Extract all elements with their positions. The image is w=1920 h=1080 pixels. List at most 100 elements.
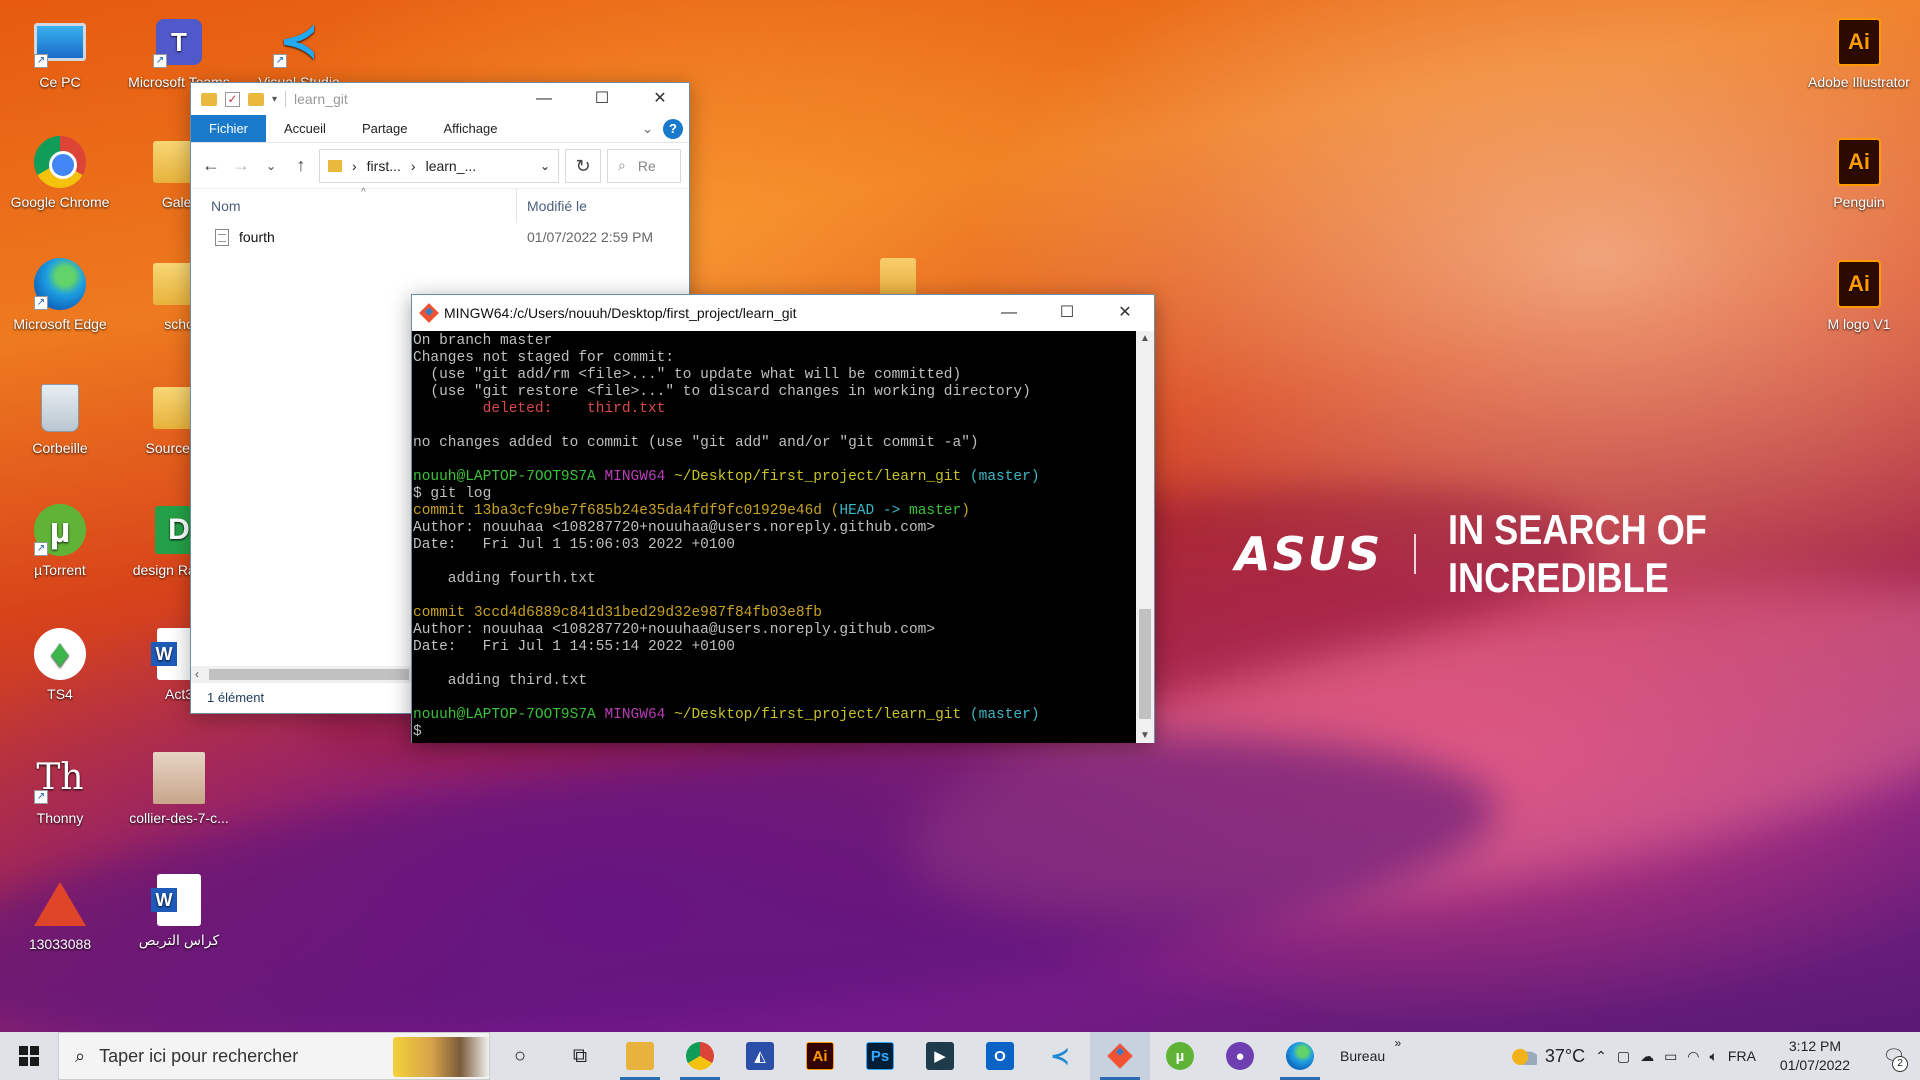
expand-ribbon-icon[interactable]: ⌄ <box>642 121 653 137</box>
recent-locations-icon[interactable]: ⌄ <box>259 159 283 173</box>
back-arrow-icon[interactable]: ← <box>199 155 223 176</box>
circle-icon: ○ <box>513 1044 527 1067</box>
windows-logo-icon <box>19 1046 39 1066</box>
vscode-icon: ≺ <box>1049 1042 1071 1070</box>
breadcrumb-learn[interactable]: learn_... <box>426 158 477 174</box>
git-icon <box>419 303 439 323</box>
asus-tagline: IN SEARCH OF INCREDIBLE <box>1447 506 1707 601</box>
tab-fichier[interactable]: Fichier <box>191 115 267 142</box>
taskbar-edge[interactable] <box>1270 1032 1330 1080</box>
desktop-icon-ce-pc[interactable]: ↗ Ce PC <box>5 14 115 91</box>
up-arrow-icon[interactable]: ↑ <box>289 155 313 176</box>
taskbar-github[interactable]: ● <box>1210 1032 1270 1080</box>
explorer-title: learn_git <box>294 91 348 107</box>
column-headers: ^ Nom Modifié le <box>191 187 689 223</box>
address-bar[interactable]: › first... › learn_... ⌄ <box>319 148 559 183</box>
desktop-icon-ts4[interactable]: ♦ TS4 <box>5 626 115 703</box>
cortana-button[interactable]: ○ <box>490 1032 550 1080</box>
language-indicator[interactable]: FRA <box>1728 1048 1756 1064</box>
taskbar-chrome[interactable] <box>670 1032 730 1080</box>
folder-icon[interactable] <box>880 258 916 298</box>
minimize-button[interactable]: — <box>980 297 1038 329</box>
refresh-icon[interactable]: ↻ <box>565 148 601 183</box>
wifi-icon[interactable]: ◠ <box>1687 1048 1699 1065</box>
clock[interactable]: 3:12 PM 01/07/2022 <box>1766 1037 1864 1075</box>
taskbar-file-explorer[interactable] <box>610 1032 670 1080</box>
git-bash-window[interactable]: MINGW64:/c/Users/nouuh/Desktop/first_pro… <box>411 294 1155 743</box>
breadcrumb-first[interactable]: first... <box>367 158 401 174</box>
taskbar-terminal[interactable]: ▶ <box>910 1032 970 1080</box>
git-icon <box>1106 1042 1134 1070</box>
taskbar-illustrator[interactable]: Ai <box>790 1032 850 1080</box>
desktop-icon-edge[interactable]: ↗ Microsoft Edge <box>5 256 115 333</box>
desktop-icon-vscode[interactable]: ≺↗ Visual Studio <box>244 14 354 91</box>
desktop-icon-adobe-illustrator[interactable]: Ai Adobe Illustrator <box>1804 14 1914 91</box>
taskbar-utorrent[interactable]: µ <box>1150 1032 1210 1080</box>
desktop-icon-13033088[interactable]: 13033088 <box>5 876 115 953</box>
chevron-down-icon[interactable]: ⌄ <box>540 159 550 173</box>
desktop-icon-thonny[interactable]: Th ↗ Thonny <box>5 750 115 827</box>
taskbar-vscode[interactable]: ≺ <box>1030 1032 1090 1080</box>
taskbar-search-input[interactable]: ⌕ Taper ici pour rechercher <box>58 1032 490 1080</box>
battery-icon[interactable]: ▭ <box>1664 1048 1677 1065</box>
gitbash-titlebar[interactable]: MINGW64:/c/Users/nouuh/Desktop/first_pro… <box>412 295 1154 331</box>
taskbar-outlook[interactable]: O <box>970 1032 1030 1080</box>
task-view-button[interactable]: ⧉ <box>550 1032 610 1080</box>
desktop-icon-kourras[interactable]: كراس التربص <box>124 872 234 949</box>
maximize-button[interactable]: ☐ <box>1038 297 1096 329</box>
taskbar-photoshop[interactable]: Ps <box>850 1032 910 1080</box>
desktop-icon-corbeille[interactable]: Corbeille <box>5 380 115 457</box>
maximize-button[interactable]: ☐ <box>573 83 631 115</box>
illustrator-icon: Ai <box>806 1042 834 1070</box>
tab-partage[interactable]: Partage <box>344 115 426 142</box>
onedrive-icon[interactable]: ☁ <box>1640 1048 1654 1065</box>
minimize-button[interactable]: — <box>515 83 573 115</box>
taskbar-git[interactable] <box>1090 1032 1150 1080</box>
close-button[interactable]: ✕ <box>1096 297 1154 329</box>
start-button[interactable] <box>0 1032 58 1080</box>
desktop-icon-chrome[interactable]: Google Chrome <box>5 134 115 211</box>
vertical-scrollbar[interactable]: ▲ ▼ <box>1136 331 1154 743</box>
notification-center-button[interactable]: 🗨︎ 2 <box>1874 1032 1914 1080</box>
desktop-icon-m-logo[interactable]: Ai M logo V1 <box>1804 256 1914 333</box>
scroll-down-icon[interactable]: ▼ <box>1136 730 1154 741</box>
file-name: fourth <box>239 229 275 245</box>
volume-icon[interactable]: 🔈︎ <box>1710 1048 1718 1065</box>
navigation-bar: ← → ⌄ ↑ › first... › learn_... ⌄ ↻ ⌕ Re <box>191 143 689 189</box>
help-icon[interactable]: ? <box>663 118 683 139</box>
search-highlight-image[interactable] <box>393 1037 489 1077</box>
clock-time: 3:12 PM <box>1788 1038 1842 1054</box>
chevron-down-icon[interactable]: ▾ <box>272 94 277 105</box>
system-tray: 37°C ⌃ ▢ ☁ ▭ ◠ 🔈︎ FRA 3:12 PM 01/07/2022… <box>1510 1032 1920 1080</box>
forward-arrow-icon[interactable]: → <box>229 155 253 176</box>
desktop-icon-utorrent[interactable]: µ ↗ µTorrent <box>5 502 115 579</box>
desktop-icon-teams[interactable]: T ↗ Microsoft Teams <box>124 14 234 91</box>
terminal-icon: ▶ <box>926 1042 954 1070</box>
weather-widget[interactable]: 37°C <box>1510 1046 1585 1067</box>
column-header-modified[interactable]: Modifié le <box>517 198 587 214</box>
tab-affichage[interactable]: Affichage <box>425 115 515 142</box>
search-input[interactable]: ⌕ Re <box>607 148 681 183</box>
file-row[interactable]: fourth 01/07/2022 2:59 PM <box>191 223 689 251</box>
close-button[interactable]: ✕ <box>631 83 689 115</box>
status-bar: 1 élément <box>207 690 265 705</box>
photo-icon <box>153 752 205 804</box>
desktop-icon-penguin[interactable]: Ai Penguin <box>1804 134 1914 211</box>
meet-now-icon[interactable]: ▢ <box>1617 1048 1630 1065</box>
taskbar-affinity[interactable]: ◭ <box>730 1032 790 1080</box>
asus-branding: ASUS IN SEARCH OF INCREDIBLE <box>1235 506 1920 602</box>
explorer-titlebar[interactable]: ✓ ▾ learn_git — ☐ ✕ <box>191 83 689 115</box>
desktop-toolbar[interactable]: Bureau » <box>1330 1036 1401 1064</box>
new-folder-icon[interactable] <box>248 92 264 106</box>
column-header-name[interactable]: Nom <box>191 189 517 223</box>
chevron-right-icon[interactable]: » <box>1394 1036 1401 1050</box>
terminal-output[interactable]: On branch master Changes not staged for … <box>412 331 1136 743</box>
desktop-icon-collier[interactable]: collier-des-7-c... <box>124 750 234 827</box>
chevron-up-icon[interactable]: ⌃ <box>1595 1048 1607 1065</box>
word-icon <box>151 874 201 926</box>
properties-icon[interactable]: ✓ <box>225 91 240 107</box>
horizontal-scrollbar[interactable]: ‹ <box>191 666 411 683</box>
scroll-up-icon[interactable]: ▲ <box>1136 333 1154 344</box>
tab-accueil[interactable]: Accueil <box>266 115 344 142</box>
search-icon: ⌕ <box>75 1045 86 1066</box>
